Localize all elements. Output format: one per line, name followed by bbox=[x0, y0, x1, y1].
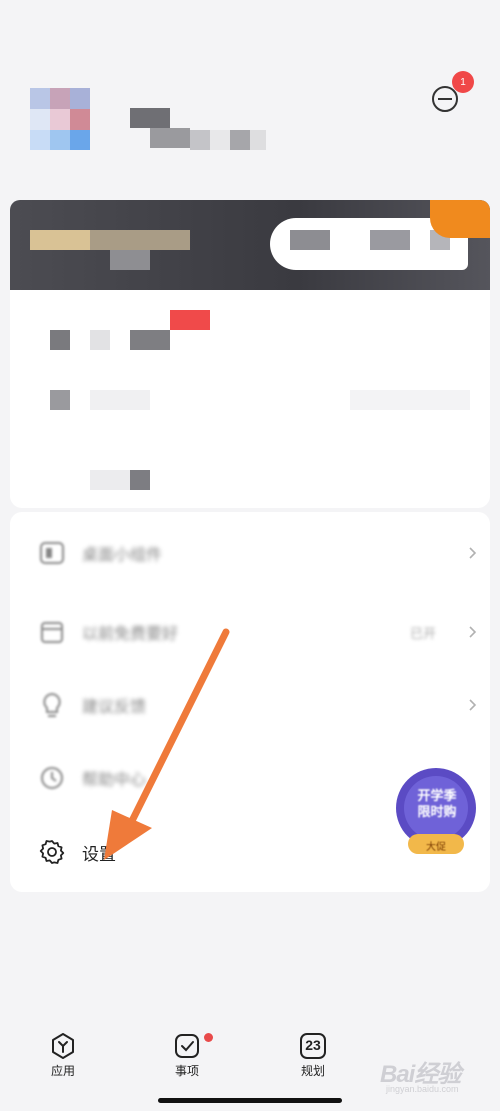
widget-icon bbox=[40, 542, 64, 564]
account-row-2-value bbox=[350, 390, 470, 410]
calendar-day-icon: 23 bbox=[299, 1032, 327, 1060]
tab-plan[interactable]: 23 规划 bbox=[278, 1032, 348, 1079]
chevron-right-icon bbox=[469, 547, 477, 559]
promo-line2: 限时购 bbox=[417, 804, 457, 819]
avatar[interactable] bbox=[30, 88, 90, 150]
promo-line1: 开学季 bbox=[417, 788, 457, 803]
annotation-arrow bbox=[104, 628, 230, 860]
bulb-icon bbox=[43, 692, 61, 717]
menu-item-reminder[interactable]: 以前免费要好 已开 bbox=[10, 594, 490, 670]
account-row-3[interactable] bbox=[50, 470, 150, 490]
check-icon bbox=[175, 1034, 199, 1058]
promo-line3: 大促 bbox=[426, 842, 446, 853]
watermark-subtext: jingyan.baidu.com bbox=[386, 1084, 459, 1094]
account-row-1[interactable] bbox=[50, 330, 180, 350]
username-redacted bbox=[130, 108, 270, 154]
tab-tasks-label: 事项 bbox=[174, 1064, 199, 1078]
menu-item-feedback[interactable]: 建议反馈 bbox=[10, 667, 490, 743]
menu-item-widget[interactable]: 桌面小组件 bbox=[10, 515, 490, 591]
tab-apps[interactable]: 应用 bbox=[28, 1032, 98, 1079]
menu-item-value: 已开 bbox=[410, 625, 437, 641]
new-tag bbox=[170, 310, 210, 330]
message-badge: 1 bbox=[452, 71, 474, 93]
vip-badge bbox=[430, 200, 490, 238]
chevron-right-icon bbox=[469, 699, 477, 711]
tab-apps-label: 应用 bbox=[50, 1064, 75, 1078]
home-indicator bbox=[158, 1098, 342, 1103]
calendar-icon bbox=[41, 622, 63, 643]
menu-item-label: 桌面小组件 bbox=[82, 547, 163, 564]
chevron-right-icon bbox=[469, 626, 477, 638]
account-row-2[interactable] bbox=[50, 390, 150, 410]
clock-icon bbox=[41, 767, 63, 789]
calendar-day-number: 23 bbox=[305, 1037, 321, 1053]
gear-icon bbox=[39, 840, 65, 864]
apps-icon bbox=[52, 1033, 74, 1059]
promo-badge[interactable]: 开学季 限时购 大促 bbox=[388, 768, 478, 864]
tab-tasks-dot bbox=[204, 1033, 213, 1042]
vip-banner[interactable] bbox=[10, 200, 490, 290]
tab-plan-label: 规划 bbox=[300, 1064, 325, 1078]
